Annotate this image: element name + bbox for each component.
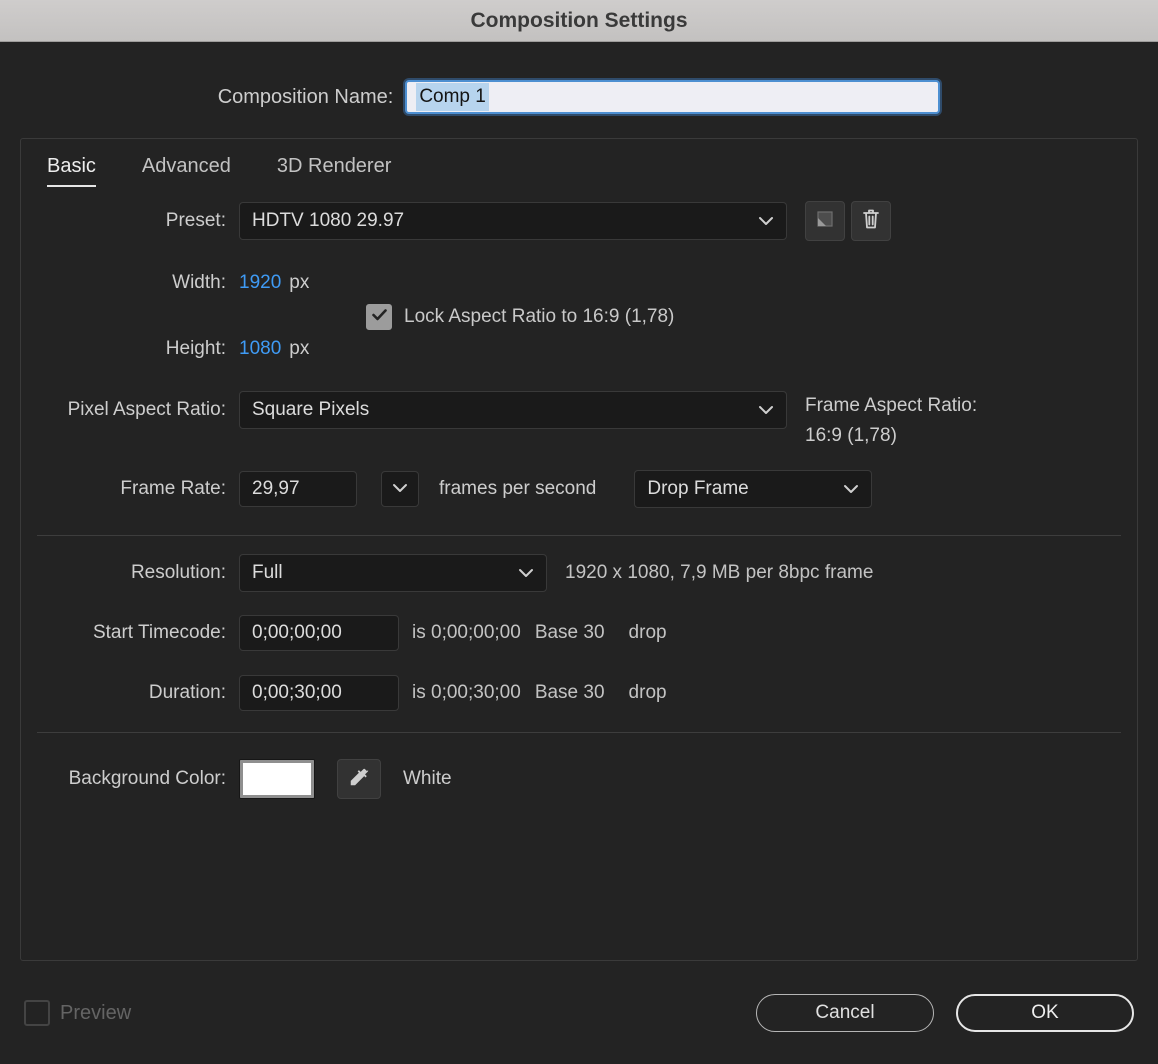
start-timecode-label: Start Timecode: — [92, 622, 226, 643]
height-label: Height: — [165, 338, 226, 359]
preset-row: Preset: HDTV 1080 29.97 — [21, 201, 1137, 241]
frame-rate-suffix: frames per second — [439, 478, 597, 499]
preset-dropdown[interactable]: HDTV 1080 29.97 — [239, 202, 787, 240]
eyedropper-icon — [348, 766, 370, 793]
start-timecode-drop-text: drop — [628, 622, 667, 643]
width-row: Width: 1920 px — [21, 267, 1137, 299]
start-timecode-is-text: is 0;00;00;00 — [412, 622, 521, 643]
resolution-dropdown[interactable]: Full — [239, 554, 547, 592]
preview-label: Preview — [60, 1001, 132, 1024]
ok-button[interactable]: OK — [956, 994, 1134, 1032]
duration-is-text: is 0;00;30;00 — [412, 682, 521, 703]
background-color-label: Background Color: — [68, 768, 226, 789]
save-preset-icon — [814, 208, 836, 235]
resolution-info: 1920 x 1080, 7,9 MB per 8bpc frame — [565, 562, 874, 583]
frame-aspect-ratio-value: 16:9 (1,78) — [805, 425, 897, 446]
preset-label: Preset: — [165, 210, 226, 231]
preset-dropdown-value: HDTV 1080 29.97 — [252, 210, 405, 231]
frame-rate-input[interactable]: 29,97 — [239, 471, 357, 507]
lock-aspect-checkbox[interactable] — [366, 304, 392, 330]
height-row: Height: 1080 px — [21, 333, 1137, 365]
pixel-aspect-row: Pixel Aspect Ratio: Square Pixels Frame … — [21, 391, 1137, 455]
start-timecode-input[interactable]: 0;00;00;00 — [239, 615, 399, 651]
composition-settings-dialog: Composition Settings Composition Name: C… — [0, 0, 1158, 1035]
lock-aspect-label: Lock Aspect Ratio to 16:9 (1,78) — [404, 306, 675, 327]
resolution-value: Full — [252, 562, 283, 583]
chevron-down-icon — [392, 480, 408, 498]
background-color-name: White — [403, 768, 452, 789]
height-unit: px — [289, 338, 310, 359]
pixel-aspect-label: Pixel Aspect Ratio: — [67, 399, 226, 420]
delete-preset-button[interactable] — [851, 201, 891, 241]
preview-checkbox[interactable] — [24, 1000, 50, 1026]
chevron-down-icon — [843, 484, 859, 494]
drop-frame-dropdown[interactable]: Drop Frame — [634, 470, 873, 508]
frame-aspect-ratio-info: Frame Aspect Ratio: 16:9 (1,78) — [805, 391, 977, 451]
settings-panel: Basic Advanced 3D Renderer Preset: HDTV … — [20, 138, 1138, 961]
dialog-title: Composition Settings — [470, 8, 688, 32]
section-divider — [37, 732, 1121, 733]
width-label: Width: — [172, 272, 226, 293]
start-timecode-value: 0;00;00;00 — [252, 622, 342, 643]
checkmark-icon — [371, 308, 387, 326]
duration-drop-text: drop — [628, 682, 667, 703]
resolution-row: Resolution: Full 1920 x 1080, 7,9 MB per… — [21, 554, 1137, 592]
duration-row: Duration: 0;00;30;00 is 0;00;30;00 Base … — [21, 674, 1137, 712]
start-timecode-row: Start Timecode: 0;00;00;00 is 0;00;00;00… — [21, 614, 1137, 652]
trash-icon — [861, 208, 881, 235]
section-divider — [37, 535, 1121, 536]
drop-frame-value: Drop Frame — [647, 478, 749, 499]
chevron-down-icon — [758, 216, 774, 226]
composition-name-label: Composition Name: — [217, 85, 394, 108]
chevron-down-icon — [758, 405, 774, 415]
height-value[interactable]: 1080 — [239, 338, 281, 360]
width-unit: px — [289, 272, 310, 293]
pixel-aspect-dropdown[interactable]: Square Pixels — [239, 391, 787, 429]
frame-aspect-ratio-label: Frame Aspect Ratio: — [805, 395, 978, 416]
duration-base-text: Base 30 — [534, 682, 605, 703]
frame-rate-value: 29,97 — [252, 478, 300, 499]
chevron-down-icon — [518, 568, 534, 578]
tab-basic[interactable]: Basic — [47, 155, 96, 187]
frame-rate-preset-button[interactable] — [381, 471, 419, 507]
duration-value: 0;00;30;00 — [252, 682, 342, 703]
preview-toggle: Preview — [24, 1000, 131, 1026]
frame-rate-label: Frame Rate: — [120, 478, 226, 499]
resolution-label: Resolution: — [130, 562, 226, 583]
tab-3d-renderer[interactable]: 3D Renderer — [277, 155, 392, 185]
eyedropper-button[interactable] — [337, 759, 381, 799]
cancel-button[interactable]: Cancel — [756, 994, 934, 1032]
dialog-footer: Preview Cancel OK — [0, 991, 1158, 1035]
pixel-aspect-value: Square Pixels — [252, 399, 370, 420]
width-value[interactable]: 1920 — [239, 272, 281, 294]
tab-bar: Basic Advanced 3D Renderer — [21, 139, 1137, 187]
save-preset-button[interactable] — [805, 201, 845, 241]
composition-name-input[interactable]: Comp 1 — [405, 80, 941, 114]
frame-rate-row: Frame Rate: 29,97 frames per second Drop… — [21, 469, 1137, 509]
tab-advanced[interactable]: Advanced — [142, 155, 231, 185]
composition-name-value: Comp 1 — [416, 83, 489, 111]
start-timecode-base-text: Base 30 — [534, 622, 605, 643]
composition-name-row: Composition Name: Comp 1 — [0, 80, 1158, 114]
lock-aspect-row: Lock Aspect Ratio to 16:9 (1,78) — [366, 303, 1137, 331]
duration-input[interactable]: 0;00;30;00 — [239, 675, 399, 711]
dialog-titlebar: Composition Settings — [0, 0, 1158, 42]
background-color-row: Background Color: White — [21, 757, 1137, 801]
background-color-swatch[interactable] — [239, 759, 315, 799]
duration-label: Duration: — [148, 682, 226, 703]
